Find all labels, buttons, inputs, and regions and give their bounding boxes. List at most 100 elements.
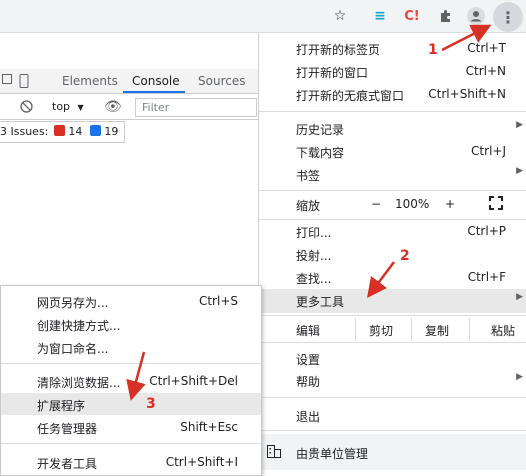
more-tools-submenu: 网页另存为... Ctrl+S 创建快捷方式... 为窗口命名... 清除浏览数…: [0, 285, 262, 476]
submenu-item-name-window[interactable]: 为窗口命名...: [1, 336, 261, 358]
menu-item-cast[interactable]: 投射...: [259, 243, 526, 266]
menu-separator: [1, 443, 261, 444]
submenu-item-dev-tools[interactable]: 开发者工具 Ctrl+Shift+I: [1, 451, 261, 473]
chrome-main-menu: 打开新的标签页 Ctrl+T 打开新的窗口 Ctrl+N 打开新的无痕式窗口 C…: [258, 33, 526, 476]
menu-label: 设置: [296, 353, 321, 367]
annotation-number-2: 2: [400, 248, 410, 264]
menu-item-exit[interactable]: 退出: [259, 404, 526, 427]
menu-item-incognito[interactable]: 打开新的无痕式窗口 Ctrl+Shift+N: [259, 83, 526, 106]
menu-label: 查找...: [296, 272, 332, 286]
tab-console[interactable]: Console: [132, 74, 180, 88]
paste-button[interactable]: 粘贴: [491, 322, 515, 339]
browser-toolbar: ☆ ≡ C! ⋮: [0, 0, 526, 33]
menu-separator: [259, 190, 526, 191]
edit-divider: [411, 318, 412, 341]
devtools-tab-bar: Elements Console Sources: [0, 69, 258, 94]
fullscreen-icon[interactable]: [489, 196, 503, 213]
zoom-out-button[interactable]: −: [371, 197, 381, 211]
annotation-number-3: 3: [146, 396, 156, 412]
issues-bar[interactable]: 3 Issues: 14 19: [0, 121, 125, 143]
kebab-menu-icon[interactable]: ⋮: [493, 2, 523, 32]
menu-item-history[interactable]: 历史记录 ▶: [259, 117, 526, 140]
submenu-arrow-icon: ▶: [516, 120, 523, 130]
info-icon: [89, 125, 101, 136]
submenu-arrow-icon: ▶: [516, 292, 523, 302]
menu-item-bookmarks[interactable]: 书签 ▶: [259, 163, 526, 186]
building-icon: [267, 445, 281, 461]
filter-input[interactable]: Filter: [135, 98, 257, 117]
submenu-item-save-page[interactable]: 网页另存为... Ctrl+S: [1, 290, 261, 312]
menu-label: 更多工具: [296, 295, 345, 309]
menu-shortcut: Ctrl+N: [465, 64, 506, 78]
menu-label: 扩展程序: [37, 399, 86, 413]
submenu-item-create-shortcut[interactable]: 创建快捷方式...: [1, 313, 261, 335]
menu-shortcut: Ctrl+P: [467, 224, 506, 238]
context-label: top: [52, 100, 71, 113]
menu-separator: [259, 342, 526, 343]
submenu-item-clear-data[interactable]: 清除浏览数据... Ctrl+Shift+Del: [1, 370, 261, 392]
menu-shortcut: Ctrl+Shift+Del: [149, 374, 238, 388]
menu-shortcut: Ctrl+J: [471, 144, 506, 158]
star-icon[interactable]: ☆: [330, 6, 350, 26]
menu-shortcut: Ctrl+S: [198, 294, 238, 308]
menu-item-new-tab[interactable]: 打开新的标签页 Ctrl+T: [259, 37, 526, 60]
menu-item-downloads[interactable]: 下载内容 Ctrl+J: [259, 140, 526, 163]
profile-icon[interactable]: [466, 6, 486, 26]
dropdown-arrow-icon: ▼: [77, 103, 84, 112]
menu-item-print[interactable]: 打印... Ctrl+P: [259, 220, 526, 243]
menu-separator: [259, 430, 526, 431]
info-count: 19: [104, 125, 119, 138]
eye-icon[interactable]: 👁: [104, 99, 122, 115]
menu-label: 打开新的窗口: [296, 66, 369, 80]
menu-label: 任务管理器: [37, 422, 98, 436]
device-toggle-icon[interactable]: [18, 74, 30, 91]
menu-label: 打印...: [296, 226, 332, 240]
filter-extension-icon[interactable]: ≡: [370, 6, 390, 26]
zoom-in-button[interactable]: +: [445, 197, 455, 211]
menu-label: 编辑: [296, 324, 321, 338]
cut-button[interactable]: 剪切: [369, 322, 393, 339]
menu-item-managed[interactable]: 由贵单位管理: [259, 434, 526, 470]
menu-item-new-window[interactable]: 打开新的窗口 Ctrl+N: [259, 60, 526, 83]
menu-item-edit: 编辑 剪切 复制 粘贴: [259, 318, 526, 341]
menu-label: 缩放: [296, 199, 321, 213]
menu-item-find[interactable]: 查找... Ctrl+F: [259, 266, 526, 289]
error-count: 14: [68, 125, 83, 138]
active-tab-indicator: [123, 91, 185, 93]
menu-shortcut: Ctrl+Shift+N: [428, 87, 506, 101]
menu-label: 投射...: [296, 249, 332, 263]
submenu-item-task-manager[interactable]: 任务管理器 Shift+Esc: [1, 416, 261, 438]
menu-label: 书签: [296, 169, 321, 183]
menu-label: 网页另存为...: [37, 296, 109, 310]
puzzle-icon[interactable]: [436, 6, 456, 26]
inspect-icon[interactable]: [2, 74, 14, 89]
menu-separator: [259, 315, 526, 316]
menu-shortcut: Ctrl+T: [467, 41, 506, 55]
tab-sources[interactable]: Sources: [198, 74, 245, 88]
menu-separator: [259, 397, 526, 398]
menu-label: 创建快捷方式...: [37, 319, 121, 333]
menu-item-settings[interactable]: 设置: [259, 347, 526, 370]
menu-item-help[interactable]: 帮助 ▶: [259, 369, 526, 392]
error-icon: [53, 125, 65, 136]
console-toolbar: top ▼ 👁 Filter: [0, 95, 258, 120]
submenu-arrow-icon: ▶: [516, 166, 523, 176]
copy-button[interactable]: 复制: [425, 322, 449, 339]
context-selector[interactable]: top ▼: [52, 100, 84, 113]
menu-label: 打开新的无痕式窗口: [296, 89, 405, 103]
submenu-item-extensions[interactable]: 扩展程序: [1, 393, 261, 415]
menu-label: 下载内容: [296, 146, 345, 160]
menu-separator: [1, 363, 261, 364]
clear-console-icon[interactable]: [20, 100, 33, 116]
menu-shortcut: Ctrl+F: [467, 270, 506, 284]
menu-label: 由贵单位管理: [296, 447, 369, 461]
menu-item-zoom: 缩放 − 100% +: [259, 192, 526, 217]
menu-item-more-tools[interactable]: 更多工具 ▶: [259, 289, 526, 313]
c-extension-icon[interactable]: C!: [402, 6, 422, 26]
tab-elements[interactable]: Elements: [62, 74, 118, 88]
issues-label: 3 Issues:: [0, 125, 49, 138]
submenu-arrow-icon: ▶: [516, 372, 523, 382]
menu-label: 历史记录: [296, 123, 345, 137]
menu-label: 开发者工具: [37, 457, 98, 471]
menu-label: 清除浏览数据...: [37, 376, 121, 390]
